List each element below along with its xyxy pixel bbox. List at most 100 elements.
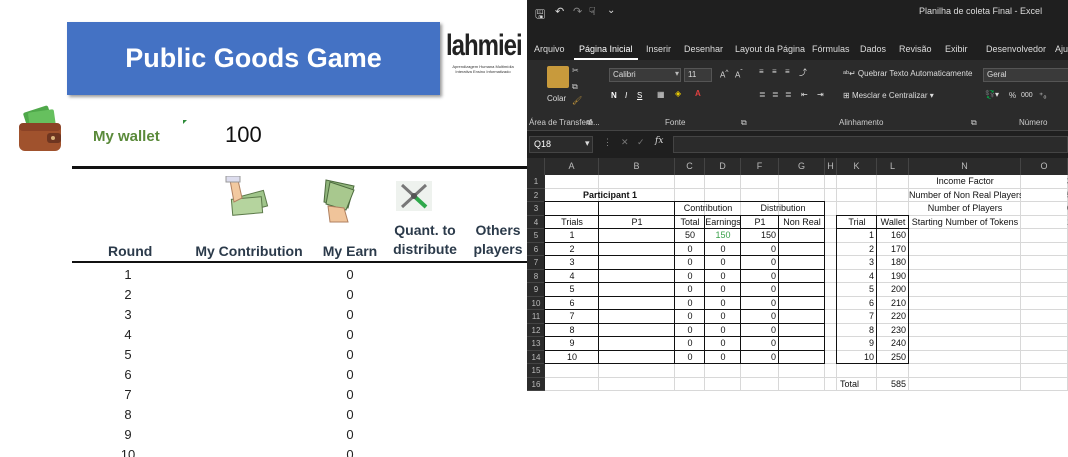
number-format-select[interactable]: Geral (983, 68, 1068, 82)
italic-button[interactable]: I (625, 91, 627, 100)
cell-distribution[interactable]: Distribution (741, 202, 825, 216)
cell-trial-number[interactable]: 2 (545, 243, 599, 257)
cell-total-value[interactable]: 50 (675, 229, 705, 243)
param-label[interactable]: Number of Players (909, 202, 1021, 216)
font-dropdown-icon[interactable]: ▾ (675, 69, 679, 78)
decrease-font-icon[interactable]: Aˇ (735, 69, 743, 80)
cell-non-real[interactable]: Non Real (779, 216, 825, 230)
copy-icon[interactable]: ⧉ (572, 82, 578, 92)
column-header-f[interactable]: F (741, 158, 779, 175)
row-header[interactable]: 9 (527, 283, 545, 297)
cell-p1-dist[interactable]: P1 (741, 216, 779, 230)
group-font-launcher[interactable]: ⧉ (741, 118, 747, 128)
cell-wallet-value[interactable]: 250 (877, 351, 909, 365)
cell-trial-number[interactable]: 4 (545, 270, 599, 284)
cell-p1-value[interactable]: 0 (741, 297, 779, 311)
cell-trial-index[interactable]: 6 (837, 297, 877, 311)
cell-earnings-value[interactable]: 0 (705, 283, 741, 297)
cell-trials[interactable]: Trials (545, 216, 599, 230)
column-header-b[interactable]: B (599, 158, 675, 175)
thousands-separator-button[interactable]: 000 (1021, 92, 1033, 99)
name-box-dropdown-icon[interactable]: ▾ (585, 138, 590, 149)
cell-p1-value[interactable]: 0 (741, 283, 779, 297)
cell-trial-index[interactable]: 1 (837, 229, 877, 243)
underline-button[interactable]: S (637, 91, 642, 100)
param-value[interactable]: 3 (1021, 175, 1068, 189)
cell-p1[interactable]: P1 (599, 216, 675, 230)
cell-trial-number[interactable]: 7 (545, 310, 599, 324)
paste-icon[interactable] (547, 66, 569, 88)
cell-earnings-value[interactable]: 0 (705, 337, 741, 351)
cell-p1-value[interactable]: 0 (741, 270, 779, 284)
cell-wallet-value[interactable]: 200 (877, 283, 909, 297)
cell-p1-value[interactable]: 0 (741, 256, 779, 270)
cell-wallet-value[interactable]: 230 (877, 324, 909, 338)
cell-total-value[interactable]: 0 (675, 337, 705, 351)
param-value[interactable]: 1( (1021, 216, 1068, 230)
increase-decimal-icon[interactable]: ⁺₀ (1039, 91, 1047, 100)
row-header[interactable]: 16 (527, 377, 545, 391)
row-header[interactable]: 6 (527, 242, 545, 256)
cell-earnings-value[interactable]: 0 (705, 270, 741, 284)
row-header[interactable]: 12 (527, 323, 545, 337)
borders-icon[interactable]: ▦ (657, 90, 665, 99)
cell-trial-index[interactable]: 3 (837, 256, 877, 270)
cell-wallet-value[interactable]: 210 (877, 297, 909, 311)
name-box[interactable]: Q18 (529, 136, 593, 153)
customize-toolbar-icon[interactable]: ⌄ (607, 5, 615, 16)
bold-button[interactable]: N (611, 91, 617, 100)
cell-trial-number[interactable]: 6 (545, 297, 599, 311)
row-header[interactable]: 3 (527, 202, 545, 216)
merge-center-button[interactable]: ⊞ Mesclar e Centralizar ▾ (843, 91, 934, 100)
decrease-indent-icon[interactable]: ⇤ (801, 90, 808, 99)
column-header-h[interactable]: H (825, 158, 837, 175)
cell-trial-number[interactable]: 1 (545, 229, 599, 243)
cell-total-value[interactable]: 0 (675, 256, 705, 270)
cell-p1-value[interactable]: 0 (741, 243, 779, 257)
cell-trial-number[interactable]: 5 (545, 283, 599, 297)
cell-trial-index[interactable]: 10 (837, 351, 877, 365)
tab-arquivo[interactable]: Arquivo (534, 38, 565, 60)
cell-trial-number[interactable]: 3 (545, 256, 599, 270)
cut-icon[interactable]: ✂ (572, 66, 579, 75)
param-value[interactable]: 5 (1021, 189, 1068, 203)
cell-wallet-value[interactable]: 220 (877, 310, 909, 324)
cell-wallet-value[interactable]: 160 (877, 229, 909, 243)
orientation-icon[interactable]: ⤴ (799, 67, 807, 78)
cell-p1-value[interactable]: 0 (741, 351, 779, 365)
row-header[interactable]: 7 (527, 256, 545, 270)
tab-formulas[interactable]: Fórmulas (812, 38, 850, 60)
redo-icon[interactable]: ↷ (573, 5, 582, 18)
tab-inserir[interactable]: Inserir (646, 38, 671, 60)
wrap-text-button[interactable]: ᵃᵇ↵ Quebrar Texto Automaticamente (843, 69, 973, 78)
cell-earnings-value[interactable]: 150 (705, 229, 741, 243)
cell-trial[interactable]: Trial (837, 216, 877, 230)
cell-wallet-value[interactable]: 170 (877, 243, 909, 257)
tab-desenhar[interactable]: Desenhar (684, 38, 723, 60)
increase-font-icon[interactable]: A^ (720, 69, 728, 80)
save-icon[interactable]: 🖫 (535, 5, 545, 26)
cell-total-label[interactable]: Total (837, 378, 877, 392)
row-header[interactable]: 13 (527, 337, 545, 351)
tab-dados[interactable]: Dados (860, 38, 886, 60)
align-top-icon[interactable]: ≡ (759, 67, 764, 76)
cell-earnings-value[interactable]: 0 (705, 324, 741, 338)
param-value[interactable]: 6 (1021, 202, 1068, 216)
cell-trial-number[interactable]: 10 (545, 351, 599, 365)
cell-wallet-value[interactable]: 190 (877, 270, 909, 284)
cell-trial-index[interactable]: 5 (837, 283, 877, 297)
row-header[interactable]: 1 (527, 175, 545, 189)
align-middle-icon[interactable]: ≡ (772, 67, 777, 76)
paste-label[interactable]: Colar (547, 94, 566, 103)
cell-trial-index[interactable]: 9 (837, 337, 877, 351)
group-alignment-launcher[interactable]: ⧉ (971, 118, 977, 128)
cell-p1-value[interactable]: 0 (741, 310, 779, 324)
cell-total-value[interactable]: 0 (675, 324, 705, 338)
cell-p1-value[interactable]: 0 (741, 337, 779, 351)
insert-function-icon[interactable]: fx (655, 136, 663, 146)
cell-trial-index[interactable]: 7 (837, 310, 877, 324)
tab-pagina-inicial[interactable]: Página Inicial (574, 38, 638, 60)
cell-total[interactable]: Total (675, 216, 705, 230)
align-bottom-icon[interactable]: ≡ (785, 67, 790, 76)
font-name-select[interactable]: Calibri (609, 68, 681, 82)
